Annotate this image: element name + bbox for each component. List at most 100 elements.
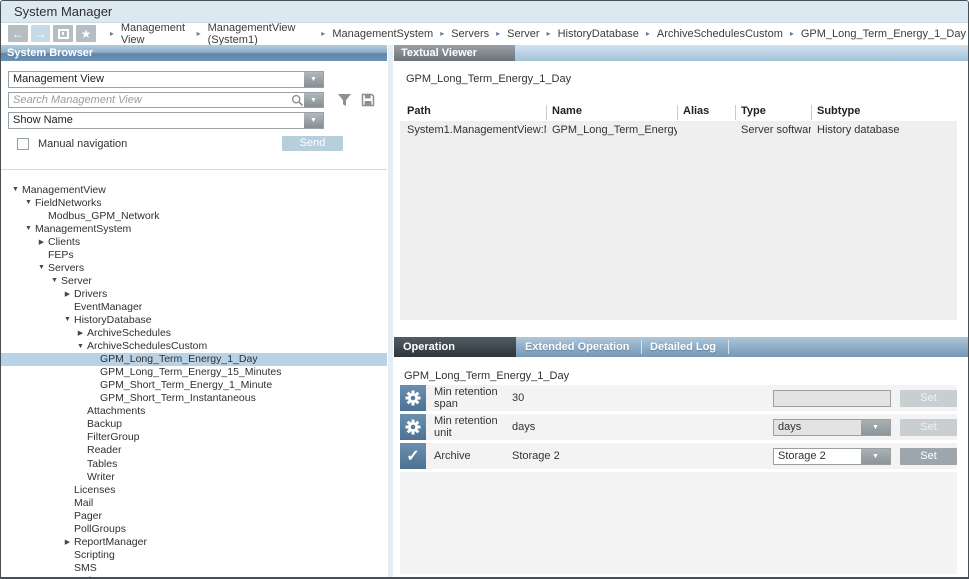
tree-expanded-icon[interactable]: ▼ <box>75 343 86 350</box>
tree-item-mail[interactable]: Mail <box>1 496 387 509</box>
breadcrumb-item[interactable]: ManagementView (System1) <box>206 22 317 46</box>
tree-item-attachments[interactable]: Attachments <box>1 405 387 418</box>
tree-item-fieldnetworks[interactable]: ▼FieldNetworks <box>1 196 387 209</box>
chevron-down-icon[interactable]: ▼ <box>861 420 890 435</box>
tree-item-managementsystem[interactable]: ▼ManagementSystem <box>1 222 387 235</box>
tree-item-gpm_short_term_energy_1_minute[interactable]: GPM_Short_Term_Energy_1_Minute <box>1 379 387 392</box>
tree-item-historydatabase[interactable]: ▼HistoryDatabase <box>1 313 387 326</box>
panel-splitter[interactable] <box>387 45 394 577</box>
tree-item-modbus_gpm_network[interactable]: Modbus_GPM_Network <box>1 209 387 222</box>
value-input-field[interactable] <box>774 391 920 406</box>
value-input[interactable] <box>773 390 891 407</box>
column-header-subtype[interactable]: Subtype <box>811 105 956 120</box>
view-select-dropdown-button[interactable]: ▼ <box>304 72 323 87</box>
value-select[interactable]: Storage 2▼ <box>773 448 891 465</box>
tree-item-gpm_long_term_energy_1_day[interactable]: GPM_Long_Term_Energy_1_Day <box>1 353 387 366</box>
tree-item-gpm_short_term_instantaneous[interactable]: GPM_Short_Term_Instantaneous <box>1 392 387 405</box>
tree-item-eventmanager[interactable]: EventManager <box>1 300 387 313</box>
tree-item-clients[interactable]: ▶Clients <box>1 235 387 248</box>
tree-item-reportmanager[interactable]: ▶ReportManager <box>1 535 387 548</box>
search-input[interactable] <box>9 94 291 106</box>
tab-detailed-log[interactable]: Detailed Log <box>650 337 716 357</box>
back-button[interactable]: ← <box>8 25 28 42</box>
display-mode-dropdown-button[interactable]: ▼ <box>304 113 323 128</box>
tree-item-sms[interactable]: SMS <box>1 561 387 574</box>
navigation-toolbar: ← → ★ ▸Management View▸ManagementView (S… <box>1 23 968 44</box>
tree-item-label: GPM_Short_Term_Instantaneous <box>100 392 256 404</box>
tree-item-backup[interactable]: Backup <box>1 418 387 431</box>
breadcrumb-item[interactable]: GPM_Long_Term_Energy_1_Day <box>799 28 968 40</box>
column-header-name[interactable]: Name <box>546 105 677 120</box>
check-glyph: ✓ <box>406 446 419 466</box>
tree-item-systemsettings[interactable]: ▶SystemSettings <box>1 574 387 577</box>
breadcrumb-item[interactable]: ArchiveSchedulesCustom <box>655 28 785 40</box>
breadcrumb-item[interactable]: HistoryDatabase <box>556 28 641 40</box>
recent-history-button[interactable] <box>53 25 73 42</box>
tree-expanded-icon[interactable]: ▼ <box>23 199 34 206</box>
send-button[interactable]: Send <box>282 136 343 151</box>
gear-icon <box>400 414 426 440</box>
tab-operation[interactable]: Operation <box>394 337 516 357</box>
operation-row-value: Storage 2 <box>512 450 560 462</box>
tree-expanded-icon[interactable]: ▼ <box>62 316 73 323</box>
tree-collapsed-icon[interactable]: ▶ <box>75 329 86 337</box>
breadcrumb-item[interactable]: ManagementSystem <box>330 28 435 40</box>
breadcrumb-item[interactable]: Server <box>505 28 541 40</box>
tree-item-managementview[interactable]: ▼ManagementView <box>1 183 387 196</box>
tree-item-reader[interactable]: Reader <box>1 444 387 457</box>
chevron-down-icon[interactable]: ▼ <box>861 449 890 464</box>
breadcrumb-item[interactable]: Management View <box>119 22 192 46</box>
chevron-down-icon: ▼ <box>310 76 317 83</box>
tree-item-archiveschedules[interactable]: ▶ArchiveSchedules <box>1 327 387 340</box>
tree-item-label: PollGroups <box>74 523 126 535</box>
set-button[interactable]: Set <box>900 448 957 465</box>
value-select[interactable]: days▼ <box>773 419 891 436</box>
tree-collapsed-icon[interactable]: ▶ <box>62 290 73 298</box>
tree-item-scripting[interactable]: Scripting <box>1 548 387 561</box>
manual-navigation-checkbox[interactable] <box>17 138 29 150</box>
tree-expanded-icon[interactable]: ▼ <box>49 277 60 284</box>
save-icon[interactable] <box>361 93 375 107</box>
tab-extended-operation[interactable]: Extended Operation <box>525 337 630 357</box>
recent-history-icon <box>58 29 69 39</box>
filter-icon[interactable] <box>337 93 352 107</box>
view-select-value: Management View <box>9 72 304 87</box>
table-row[interactable]: System1.ManagementView:Manage...GPM_Long… <box>400 121 957 138</box>
tree-item-servers[interactable]: ▼Servers <box>1 261 387 274</box>
tree-item-label: Servers <box>48 262 84 274</box>
search-dropdown-button[interactable]: ▼ <box>304 93 323 107</box>
view-select[interactable]: Management View ▼ <box>8 71 324 88</box>
tree-item-filtergroup[interactable]: FilterGroup <box>1 431 387 444</box>
tree-item-tables[interactable]: Tables <box>1 457 387 470</box>
column-header-type[interactable]: Type <box>735 105 811 120</box>
display-mode-select[interactable]: Show Name ▼ <box>8 112 324 129</box>
forward-button[interactable]: → <box>31 25 51 42</box>
tree-item-label: Writer <box>87 471 115 483</box>
tree-item-gpm_long_term_energy_15_minutes[interactable]: GPM_Long_Term_Energy_15_Minutes <box>1 366 387 379</box>
breadcrumb-item[interactable]: Servers <box>449 28 491 40</box>
tree-expanded-icon[interactable]: ▼ <box>10 186 21 193</box>
tree-collapsed-icon[interactable]: ▶ <box>62 538 73 546</box>
tree-item-server[interactable]: ▼Server <box>1 274 387 287</box>
tree-collapsed-icon[interactable]: ▶ <box>36 238 47 246</box>
textual-viewer-headerbar: Textual Viewer <box>394 45 968 61</box>
operation-body: GPM_Long_Term_Energy_1_Day Min retention… <box>394 357 968 577</box>
tree-item-writer[interactable]: Writer <box>1 470 387 483</box>
table-body: System1.ManagementView:Manage...GPM_Long… <box>400 121 957 320</box>
tree-item-pager[interactable]: Pager <box>1 509 387 522</box>
textual-viewer-tab[interactable]: Textual Viewer <box>394 45 515 61</box>
tree-item-drivers[interactable]: ▶Drivers <box>1 287 387 300</box>
tree-item-pollgroups[interactable]: PollGroups <box>1 522 387 535</box>
tree-item-archiveschedulescustom[interactable]: ▼ArchiveSchedulesCustom <box>1 340 387 353</box>
tree-item-licenses[interactable]: Licenses <box>1 483 387 496</box>
favorites-button[interactable]: ★ <box>76 25 96 42</box>
column-header-alias[interactable]: Alias <box>677 105 735 120</box>
operation-row-archive: ✓ArchiveStorage 2Storage 2▼Set <box>400 443 957 469</box>
tree-item-label: FieldNetworks <box>35 197 102 209</box>
tree-expanded-icon[interactable]: ▼ <box>36 264 47 271</box>
tree-item-feps[interactable]: FEPs <box>1 248 387 261</box>
search-field[interactable]: ▼ <box>8 92 324 108</box>
tree-expanded-icon[interactable]: ▼ <box>23 225 34 232</box>
column-header-path[interactable]: Path <box>407 105 546 120</box>
selected-object-name: GPM_Long_Term_Energy_1_Day <box>406 73 571 85</box>
